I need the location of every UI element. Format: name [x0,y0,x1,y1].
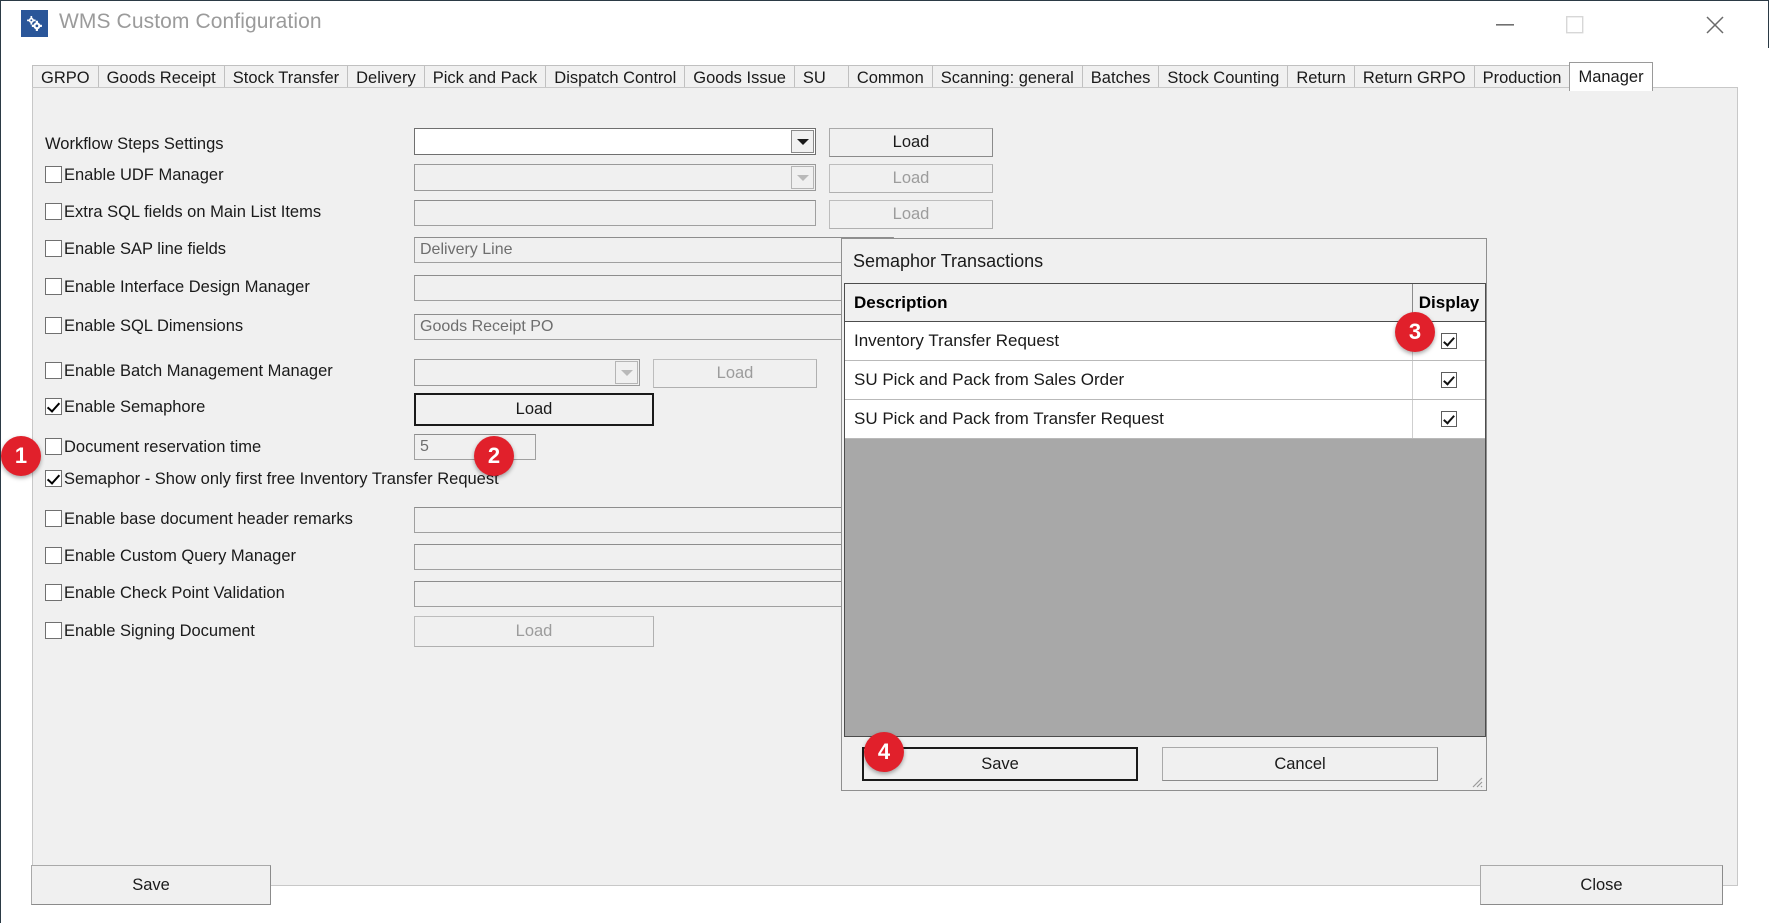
table-row[interactable]: SU Pick and Pack from Transfer Request [845,400,1485,439]
label-enable-signing-document: Enable Signing Document [64,621,255,641]
dialog-cancel-button[interactable]: Cancel [1162,747,1438,781]
label-semaphor-show-only-first-free: Semaphor - Show only first free Inventor… [64,469,499,489]
transactions-grid: Description Display Inventory Transfer R… [844,283,1486,737]
label-enable-base-document-header-remarks: Enable base document header remarks [64,509,353,529]
label-extra-sql-fields: Extra SQL fields on Main List Items [64,202,321,222]
row-description: SU Pick and Pack from Sales Order [845,361,1413,399]
label-enable-sql-dimensions: Enable SQL Dimensions [64,316,243,336]
checkbox-enable-sql-dimensions[interactable] [45,317,62,334]
base-document-remarks-input[interactable] [414,507,894,533]
label-enable-udf-manager: Enable UDF Manager [64,165,224,185]
load-button-extra-sql[interactable]: Load [829,200,993,229]
checkbox-extra-sql-fields[interactable] [45,203,62,220]
label-enable-interface-design-manager: Enable Interface Design Manager [64,277,310,297]
step-badge-3: 3 [1395,312,1435,352]
checkbox-enable-signing-document[interactable] [45,622,62,639]
chevron-down-icon[interactable] [615,361,638,384]
checkbox-semaphor-show-only-first-free[interactable] [45,470,62,487]
label-document-reservation-time: Document reservation time [64,437,261,457]
load-button-semaphore[interactable]: Load [414,393,654,426]
close-button[interactable]: Close [1480,865,1723,905]
batch-management-combo[interactable] [414,359,640,386]
workflow-steps-combo[interactable] [414,128,816,155]
gears-icon [21,10,48,37]
row-description: Inventory Transfer Request [845,322,1413,360]
checkbox-enable-sap-line-fields[interactable] [45,240,62,257]
display-checkbox[interactable] [1441,333,1457,349]
label-enable-semaphore: Enable Semaphore [64,397,205,417]
table-row[interactable]: Inventory Transfer Request [845,322,1485,361]
application-window: WMS Custom Configuration GRPOGoods Recei… [0,0,1769,923]
custom-query-input[interactable] [414,544,894,570]
checkbox-enable-interface-design-manager[interactable] [45,278,62,295]
chevron-down-icon[interactable] [791,166,814,189]
window-body: GRPOGoods ReceiptStock TransferDeliveryP… [1,48,1769,923]
tab-strip: GRPOGoods ReceiptStock TransferDeliveryP… [32,62,1737,88]
checkbox-document-reservation-time[interactable] [45,438,62,455]
column-header-description[interactable]: Description [845,284,1413,322]
title-bar: WMS Custom Configuration [1,1,1768,49]
row-display-cell[interactable] [1413,400,1485,438]
load-button-workflow[interactable]: Load [829,128,993,157]
check-point-validation-input[interactable] [414,581,894,607]
dialog-title: Semaphor Transactions [853,251,1043,272]
minimize-icon[interactable] [1470,1,1540,48]
label-enable-check-point-validation: Enable Check Point Validation [64,583,285,603]
sap-line-fields-input[interactable]: Delivery Line [414,237,894,263]
semaphor-transactions-dialog: Semaphor Transactions Description Displa… [841,238,1487,791]
display-checkbox[interactable] [1441,372,1457,388]
tab-manager[interactable]: Manager [1569,62,1652,91]
step-badge-4: 4 [864,732,904,772]
checkbox-enable-batch-management-manager[interactable] [45,362,62,379]
row-description: SU Pick and Pack from Transfer Request [845,400,1413,438]
display-checkbox[interactable] [1441,411,1457,427]
checkbox-enable-base-document-header-remarks[interactable] [45,510,62,527]
close-icon[interactable] [1680,1,1750,48]
dialog-button-bar: Save Cancel [844,739,1486,790]
label-enable-sap-line-fields: Enable SAP line fields [64,239,226,259]
chevron-down-icon[interactable] [791,130,814,153]
label-enable-custom-query-manager: Enable Custom Query Manager [64,546,296,566]
checkbox-enable-semaphore[interactable] [45,398,62,415]
load-button-udf[interactable]: Load [829,164,993,193]
interface-design-input[interactable] [414,275,894,301]
resize-grip-icon[interactable] [1469,774,1483,788]
label-enable-batch-management-manager: Enable Batch Management Manager [64,361,333,381]
step-badge-2: 2 [474,436,514,476]
row-display-cell[interactable] [1413,361,1485,399]
load-button-signing-document[interactable]: Load [414,616,654,647]
label-workflow-steps-settings: Workflow Steps Settings [45,134,224,154]
table-row[interactable]: SU Pick and Pack from Sales Order [845,361,1485,400]
checkbox-enable-udf-manager[interactable] [45,166,62,183]
checkbox-enable-custom-query-manager[interactable] [45,547,62,564]
checkbox-enable-check-point-validation[interactable] [45,584,62,601]
save-button[interactable]: Save [31,865,271,905]
maximize-icon[interactable] [1540,1,1610,48]
extra-sql-fields-input[interactable] [414,200,816,226]
window-title: WMS Custom Configuration [59,10,322,34]
step-badge-1: 1 [1,436,41,476]
udf-manager-combo[interactable] [414,164,816,191]
load-button-batch-management[interactable]: Load [653,359,817,388]
sql-dimensions-input[interactable]: Goods Receipt PO [414,314,894,340]
